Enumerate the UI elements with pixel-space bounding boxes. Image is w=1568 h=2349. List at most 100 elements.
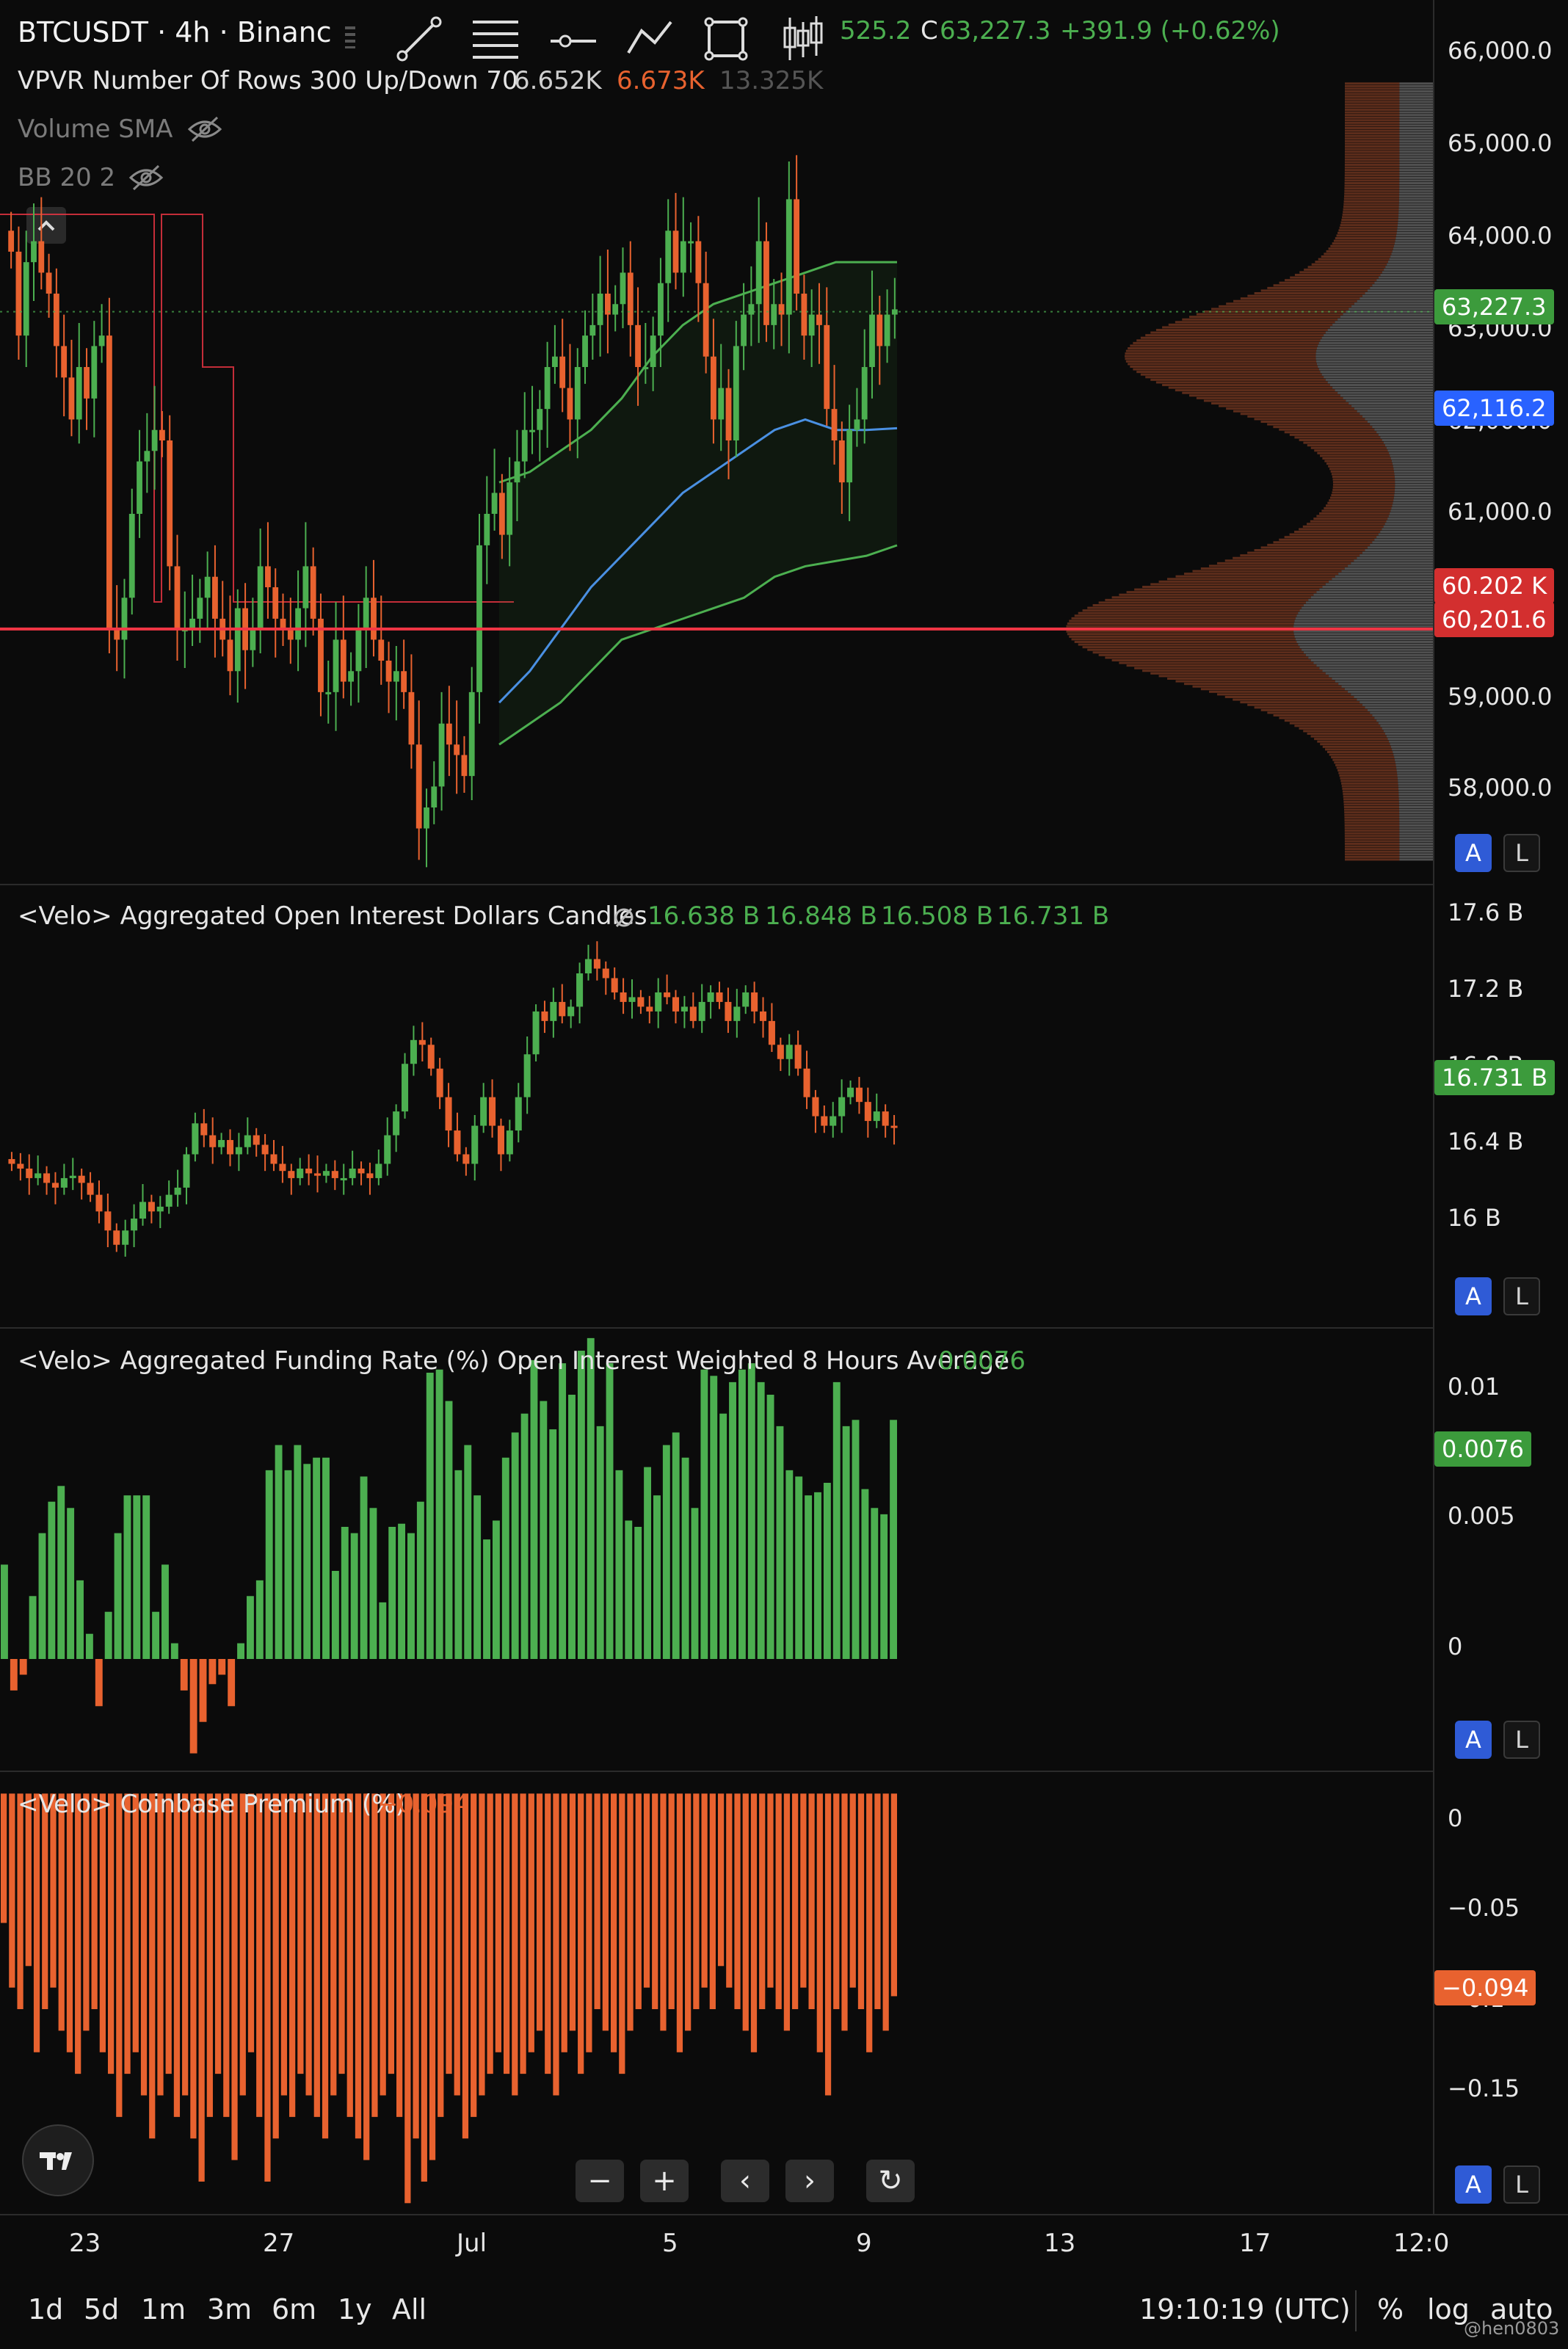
zoom-out-button[interactable]: − [576,2160,624,2202]
volume-profile-row [1344,855,1400,858]
percent-scale-toggle[interactable]: % [1377,2293,1404,2326]
volume-profile-row [1267,423,1371,426]
funding-title[interactable]: <Velo> Aggregated Funding Rate (%) Open … [18,1346,1009,1376]
volume-profile-row [1316,591,1433,594]
timeframe-all[interactable]: All [392,2293,427,2326]
volume-profile-row [1321,255,1391,258]
volume-profile-row [1399,171,1433,174]
volume-profile-row [1351,404,1433,407]
volume-profile-row [1273,541,1373,544]
premium-title[interactable]: <Velo> Coinbase Premium (%) [18,1790,405,1819]
oi-candle-body [340,1177,347,1180]
oi-candle-body [35,1173,42,1178]
premium-bar [495,1793,501,2052]
premium-bar [17,1793,23,2010]
oi-title[interactable]: <Velo> Aggregated Open Interest Dollars … [18,901,647,931]
oi-candle-body [375,1163,382,1178]
volume-profile-row [1344,114,1400,117]
scroll-left-button[interactable]: ‹ [721,2160,769,2202]
premium-bar [536,1793,543,2031]
funding-bar [161,1564,169,1659]
utc-clock[interactable]: 19:10:19 (UTC) [1139,2293,1351,2326]
auto-scale-button[interactable]: A [1455,1721,1492,1759]
volume-profile-row [1111,596,1311,599]
funding-bar [208,1659,217,1685]
log-scale-button[interactable]: L [1503,2165,1540,2204]
volume-profile-row [1307,733,1385,735]
volume-profile-row [1332,678,1433,680]
funding-bar [483,1539,490,1659]
volume-profile-row [1335,680,1433,683]
volume-profile-row [1399,176,1433,179]
volume-profile-row [1175,680,1335,683]
oi-candle-body [313,1173,322,1176]
volume-profile-row [1398,798,1433,801]
funding-bar [540,1401,548,1659]
timeframe-5d[interactable]: 5d [84,2293,119,2326]
volume-profile-row [1324,334,1433,337]
log-scale-button[interactable]: L [1503,1721,1540,1759]
premium-bar [214,1793,222,2074]
volume-profile-row [1067,633,1294,636]
zoom-in-button[interactable]: + [640,2160,689,2202]
candle-body [801,294,807,336]
oi-close: 16.731 B [997,901,1110,931]
open-interest-chart[interactable] [0,885,1433,1326]
funding-bar [681,1457,689,1659]
volume-profile-row [1320,371,1433,374]
volume-profile-row [1399,124,1433,127]
oi-tick: 16.4 B [1448,1128,1524,1155]
horizontal-line-badge: 60,201.6 [1434,602,1554,637]
volume-profile-row [1343,793,1399,796]
volume-profile-row [1125,357,1316,360]
volume-profile-row [1344,853,1400,856]
funding-bar [123,1495,131,1659]
timeframe-6m[interactable]: 6m [272,2293,316,2326]
volume-profile-row [1320,454,1390,457]
volume-profile-row [1372,284,1433,287]
oi-candle-body [716,992,723,1002]
scroll-right-button[interactable]: › [785,2160,834,2202]
price-chart[interactable] [0,0,1433,881]
timeframe-1y[interactable]: 1y [338,2293,372,2326]
volume-profile-row [1384,733,1433,735]
funding-bar [729,1382,736,1659]
timeframe-3m[interactable]: 3m [207,2293,252,2326]
log-scale-button[interactable]: L [1503,834,1540,872]
volume-profile-row [1395,481,1433,484]
volume-profile-row [1344,808,1400,811]
volume-profile-row [1391,460,1433,462]
volume-profile-row [1324,253,1392,255]
volume-profile-row [1209,564,1349,567]
funding-rate-chart[interactable] [0,1329,1433,1769]
auto-scale-button[interactable]: A [1455,1277,1492,1315]
tradingview-logo[interactable] [22,2124,94,2196]
volume-profile-row [1378,276,1433,279]
candle-body [302,566,309,609]
volume-profile-row [1394,494,1433,496]
volume-profile-row [1343,313,1433,316]
premium-bar [322,1793,329,2139]
volume-profile-row [1307,444,1385,447]
volume-profile-row [1360,297,1433,300]
timeframe-1m[interactable]: 1m [141,2293,186,2326]
oi-candle-body [279,1163,286,1172]
volume-profile-row [1233,410,1357,413]
auto-scale-button[interactable]: A [1455,834,1492,872]
candle-body [785,199,792,315]
log-scale-button[interactable]: L [1503,1277,1540,1315]
auto-scale-button[interactable]: A [1455,2165,1492,2204]
coinbase-premium-chart[interactable] [0,1772,1433,2214]
time-tick: 17 [1239,2229,1271,2258]
volume-profile-row [1226,407,1354,410]
oi-candle-body [821,1116,828,1126]
volume-profile-row [1340,777,1398,780]
volume-profile-row [1321,373,1433,376]
volume-profile-row [1066,625,1294,628]
volume-profile-row [1332,578,1433,581]
premium-tick: 0 [1448,1804,1463,1832]
reset-chart-button[interactable]: ↻ [866,2160,915,2202]
timeframe-1d[interactable]: 1d [28,2293,63,2326]
volume-profile-row [1341,219,1398,221]
premium-bar [223,1793,230,2117]
